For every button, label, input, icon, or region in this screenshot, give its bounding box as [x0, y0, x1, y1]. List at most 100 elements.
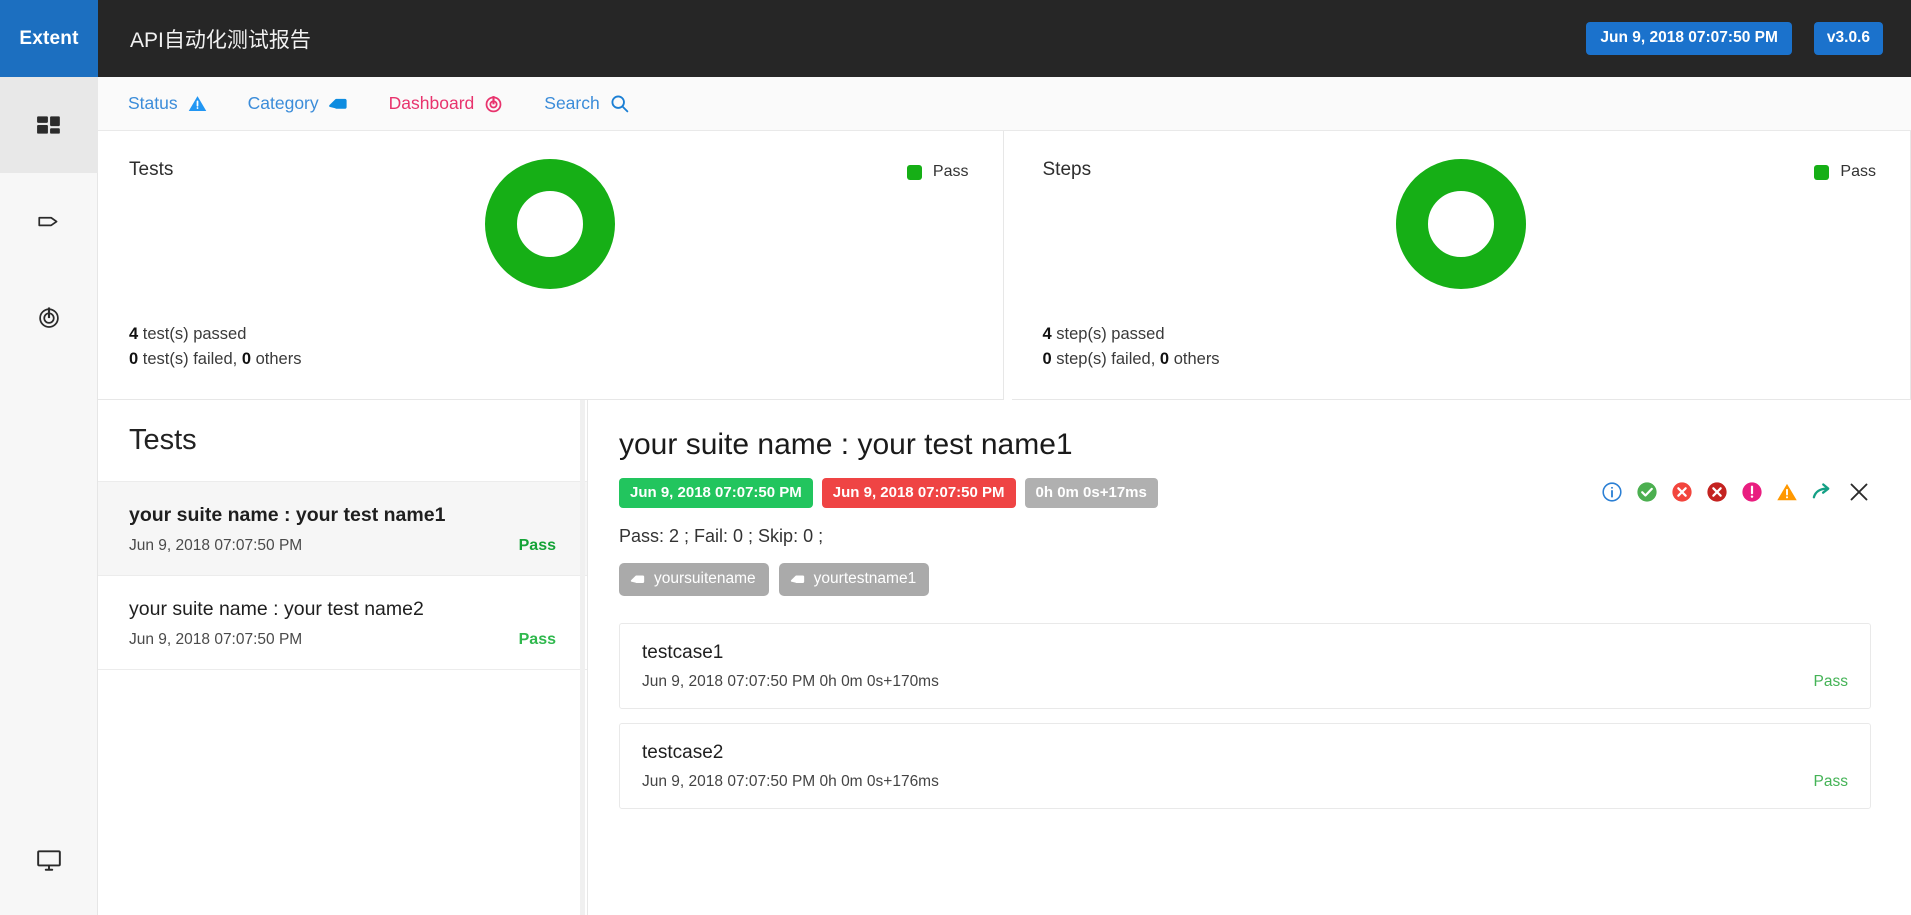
- tests-donut-chart: [485, 159, 616, 289]
- list-item-time: Jun 9, 2018 07:07:50 PM: [129, 631, 303, 648]
- tag-icon: [328, 93, 349, 114]
- test-node-time: Jun 9, 2018 07:07:50 PM 0h 0m 0s+170ms: [642, 673, 939, 690]
- tests-others-count: 0: [241, 350, 252, 369]
- steps-donut-chart: [1395, 159, 1526, 289]
- target-icon: [36, 304, 62, 330]
- list-item-time: Jun 9, 2018 07:07:50 PM: [129, 537, 303, 554]
- top-bar: Extent API自动化测试报告 Jun 9, 2018 07:07:50 P…: [0, 0, 1911, 77]
- steps-passed-text: step(s) passed: [1056, 324, 1165, 343]
- warning-triangle-icon: [187, 93, 208, 114]
- steps-summary-card: Steps Pass 4 step(s) passed 0 step(s) fa…: [1011, 131, 1911, 400]
- steps-failed-line: 0 step(s) failed, 0 others: [1043, 347, 1220, 373]
- tab-search-label: Search: [544, 93, 600, 113]
- test-node-name: testcase2: [642, 742, 724, 763]
- legend-label-pass: Pass: [1840, 163, 1876, 180]
- detail-tags: yoursuitename yourtestname1: [619, 563, 1871, 596]
- tag-chip-label: yourtestname1: [813, 570, 917, 587]
- warning-circle-icon[interactable]: [1741, 481, 1763, 503]
- info-circle-icon[interactable]: [1601, 481, 1623, 503]
- steps-passed-count: 4: [1042, 324, 1052, 343]
- donut-ring-pass: [485, 159, 616, 289]
- steps-failed-count: 0: [1042, 350, 1052, 369]
- tests-passed-count: 4: [129, 324, 139, 343]
- fail-circle-icon[interactable]: [1706, 481, 1728, 503]
- tests-failed-count: 0: [129, 350, 139, 369]
- tests-others-text: others: [255, 350, 302, 369]
- nav-tabs: Status Category Dashboard Search: [98, 77, 1911, 131]
- tests-failed-text: test(s) failed,: [142, 350, 238, 369]
- brand-logo[interactable]: Extent: [0, 0, 98, 77]
- steps-card-stats: 4 step(s) passed 0 step(s) failed, 0 oth…: [1043, 322, 1220, 373]
- tests-failed-line: 0 test(s) failed, 0 others: [129, 347, 301, 373]
- test-node-list: testcase1 Jun 9, 2018 07:07:50 PM 0h 0m …: [619, 623, 1871, 809]
- tab-category-label: Category: [247, 93, 319, 113]
- steps-others-count: 0: [1159, 350, 1170, 369]
- search-icon: [609, 93, 630, 114]
- sidebar-item-target[interactable]: [0, 269, 98, 365]
- detail-title: your suite name : your test name1: [619, 428, 1073, 461]
- sidebar-item-category[interactable]: [0, 173, 98, 269]
- detail-badges: Jun 9, 2018 07:07:50 PM Jun 9, 2018 07:0…: [619, 478, 1158, 508]
- tag-icon: [790, 571, 806, 587]
- warning-triangle-icon[interactable]: [1776, 481, 1798, 503]
- test-node[interactable]: testcase1 Jun 9, 2018 07:07:50 PM 0h 0m …: [619, 623, 1871, 709]
- target-icon: [483, 93, 504, 114]
- status-badge: Pass: [1813, 673, 1848, 690]
- steps-passed-line: 4 step(s) passed: [1043, 322, 1220, 348]
- sidebar-item-display[interactable]: [0, 805, 98, 915]
- monitor-icon: [36, 847, 62, 873]
- page-title: API自动化测试报告: [130, 28, 311, 52]
- tests-passed-line: 4 test(s) passed: [129, 322, 301, 348]
- check-circle-icon[interactable]: [1636, 481, 1658, 503]
- chart-legend: Pass: [906, 163, 969, 181]
- tests-list-panel: Tests your suite name : your test name1 …: [98, 400, 588, 915]
- dashboard-grid-icon: [36, 112, 62, 138]
- tab-dashboard-label: Dashboard: [388, 93, 475, 113]
- list-item[interactable]: your suite name : your test name1 Jun 9,…: [98, 482, 587, 576]
- test-detail-panel: your suite name : your test name1 Jun 9,…: [589, 400, 1911, 915]
- test-node-time: Jun 9, 2018 07:07:50 PM 0h 0m 0s+176ms: [642, 773, 939, 790]
- tab-category[interactable]: Category: [248, 93, 349, 114]
- tests-list-scrollbar[interactable]: [580, 400, 585, 915]
- skip-arrow-icon[interactable]: [1811, 481, 1834, 504]
- list-item-meta: Jun 9, 2018 07:07:50 PM Pass: [129, 537, 556, 555]
- tag-chip[interactable]: yourtestname1: [778, 563, 930, 596]
- version-badge: v3.0.6: [1813, 22, 1883, 55]
- list-item[interactable]: your suite name : your test name2 Jun 9,…: [98, 576, 587, 670]
- status-badge: Pass: [518, 631, 556, 648]
- tests-list-header: Tests: [98, 400, 587, 482]
- legend-label-pass: Pass: [932, 163, 969, 180]
- close-icon[interactable]: [1847, 480, 1871, 504]
- chart-legend: Pass: [1814, 163, 1876, 181]
- card-title: Steps: [1042, 159, 1092, 180]
- card-title: Tests: [129, 159, 174, 180]
- status-badge: Pass: [518, 537, 556, 554]
- legend-swatch-pass: [1814, 164, 1830, 180]
- duration-badge: 0h 0m 0s+17ms: [1024, 478, 1158, 508]
- report-timestamp-badge: Jun 9, 2018 07:07:50 PM: [1586, 22, 1792, 55]
- tag-icon: [36, 208, 62, 234]
- sidebar-item-dashboard[interactable]: [0, 77, 98, 173]
- detail-action-icons: [1601, 478, 1871, 504]
- tab-status[interactable]: Status: [128, 93, 208, 114]
- tab-dashboard[interactable]: Dashboard: [389, 93, 505, 114]
- summary-cards: Tests Pass 4 test(s) passed 0 test(s) fa…: [98, 131, 1911, 400]
- steps-failed-text: step(s) failed,: [1056, 350, 1156, 369]
- donut-ring-pass: [1395, 159, 1526, 289]
- sidebar-rail: [0, 77, 98, 915]
- end-time-badge: Jun 9, 2018 07:07:50 PM: [821, 478, 1016, 508]
- tag-chip[interactable]: yoursuitename: [619, 563, 769, 596]
- tab-search[interactable]: Search: [544, 93, 629, 114]
- tests-summary-card: Tests Pass 4 test(s) passed 0 test(s) fa…: [98, 131, 1004, 400]
- tab-status-label: Status: [128, 93, 178, 113]
- test-node[interactable]: testcase2 Jun 9, 2018 07:07:50 PM 0h 0m …: [619, 723, 1871, 809]
- tests-passed-text: test(s) passed: [142, 324, 247, 343]
- detail-meta-row: Jun 9, 2018 07:07:50 PM Jun 9, 2018 07:0…: [619, 478, 1871, 508]
- start-time-badge: Jun 9, 2018 07:07:50 PM: [619, 478, 813, 508]
- tag-chip-label: yoursuitename: [654, 570, 756, 587]
- test-node-meta: Jun 9, 2018 07:07:50 PM 0h 0m 0s+170ms P…: [642, 673, 1848, 691]
- test-node-meta: Jun 9, 2018 07:07:50 PM 0h 0m 0s+176ms P…: [642, 773, 1848, 791]
- status-badge: Pass: [1813, 773, 1848, 790]
- error-circle-icon[interactable]: [1671, 481, 1693, 503]
- legend-swatch-pass: [906, 164, 922, 180]
